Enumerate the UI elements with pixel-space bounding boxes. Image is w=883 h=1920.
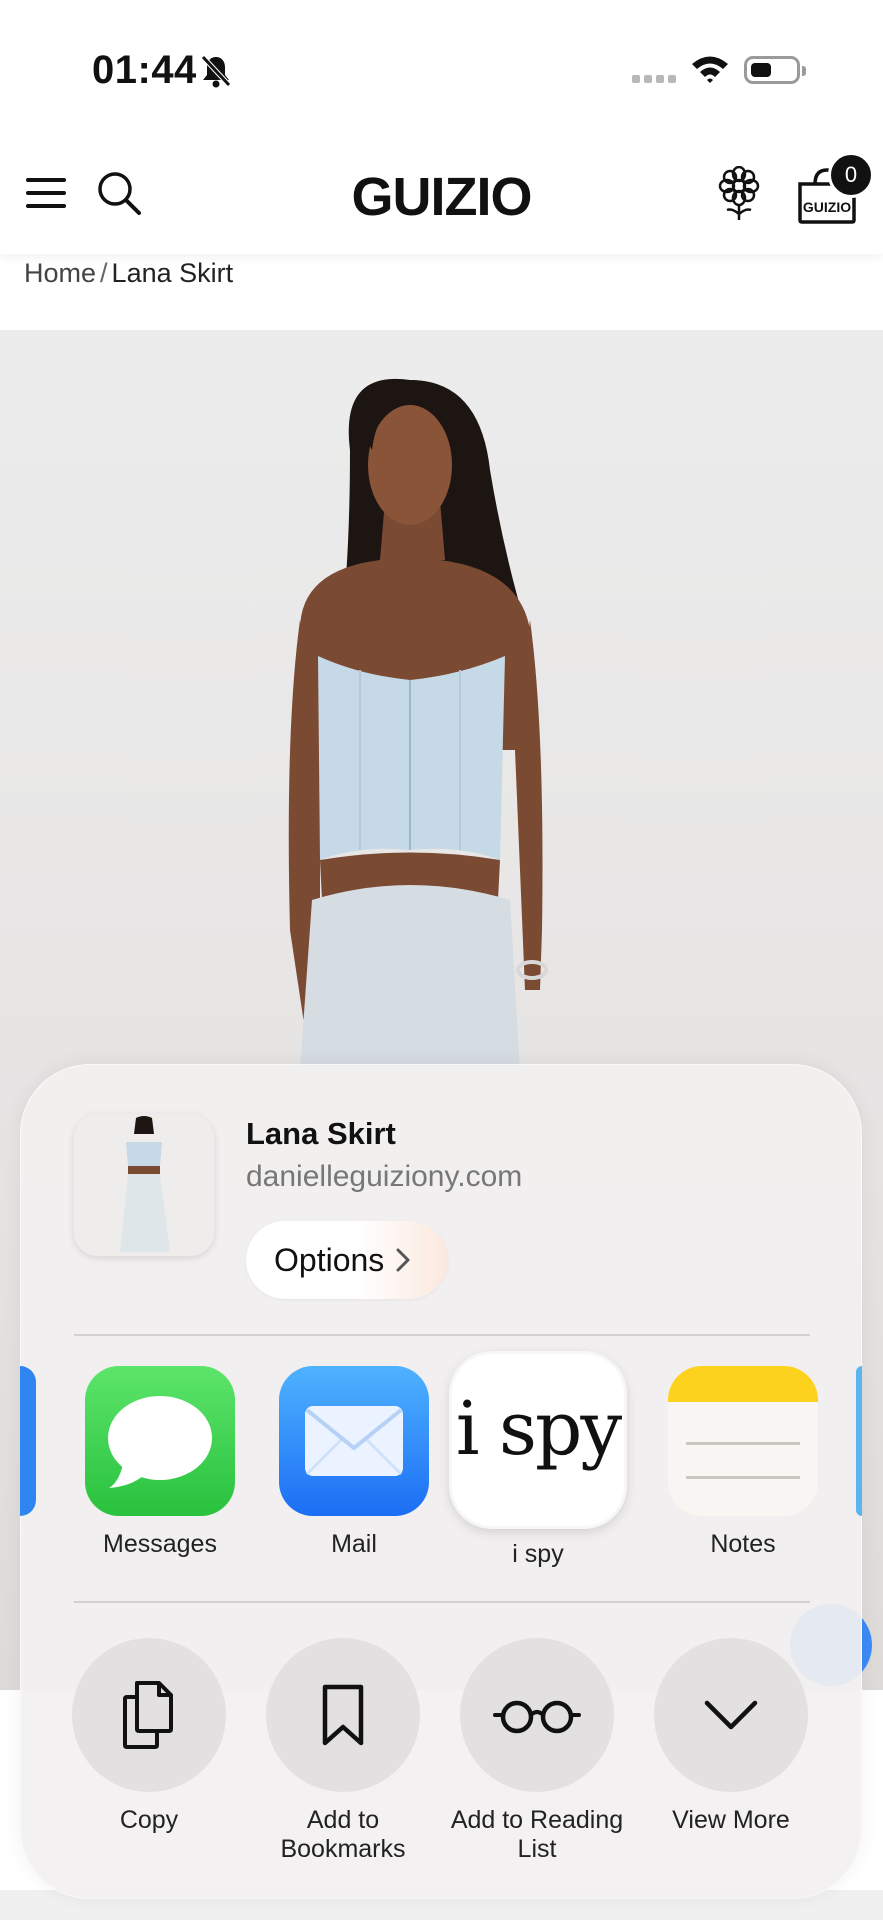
thumbnail-model-image [74,1114,214,1256]
share-sheet: Lana Skirt danielleguiziony.com Options … [20,1064,862,1899]
breadcrumb: Home / Lana Skirt [24,258,233,289]
app-label: Messages [103,1530,217,1558]
status-bar: 01:44 [0,0,883,130]
breadcrumb-separator: / [100,258,108,288]
bookmarks-action-button[interactable] [266,1638,420,1792]
view-more-action[interactable]: View More [636,1638,826,1835]
share-app-row: Messages Mail i spy i spy Notes [20,1354,862,1569]
app-label: i spy [512,1540,564,1568]
action-label: Copy [119,1806,179,1834]
breadcrumb-home-link[interactable]: Home [24,258,96,288]
partial-app-icon-left[interactable] [20,1366,36,1516]
ispy-icon-text: i spy [455,1386,622,1472]
partial-app-icon-right[interactable] [856,1366,862,1516]
share-divider-top [74,1334,810,1336]
mail-icon [279,1366,429,1516]
share-app-mail[interactable]: Mail [279,1366,429,1559]
share-divider-bottom [74,1601,810,1603]
chevron-right-icon [396,1248,410,1272]
flower-icon[interactable] [718,166,760,222]
share-app-ispy[interactable]: i spy i spy [452,1354,624,1569]
ispy-icon: i spy [452,1354,624,1526]
share-domain: danielleguiziony.com [246,1160,523,1193]
wifi-icon [692,56,728,83]
action-label: Add to Bookmarks [280,1806,406,1863]
battery-icon [744,56,806,84]
share-app-notes[interactable]: Notes [668,1366,818,1559]
action-label: Add to Reading List [450,1806,624,1863]
cart-bag-text: GUIZIO [803,199,851,215]
add-to-bookmarks-action[interactable]: Add to Bookmarks [248,1638,438,1864]
options-button[interactable]: Options [246,1221,448,1299]
chevron-down-icon [704,1700,758,1730]
messages-icon [85,1366,235,1516]
options-label: Options [274,1241,385,1278]
bookmark-icon [322,1684,364,1746]
notes-icon [668,1366,818,1516]
add-to-reading-list-action[interactable]: Add to Reading List [442,1638,632,1864]
bell-slash-icon [201,55,231,88]
app-label: Mail [331,1530,377,1558]
site-header: GUIZIO GUIZIO 0 [0,130,883,254]
share-action-row: Copy Add to Bookmarks Add to Reading Lis… [20,1638,862,1878]
reading-list-action-button[interactable] [460,1638,614,1792]
cellular-signal-icon [632,75,678,85]
copy-icon [123,1681,173,1749]
copy-action[interactable]: Copy [54,1638,244,1835]
glasses-icon [493,1700,581,1734]
share-app-messages[interactable]: Messages [85,1366,235,1559]
copy-action-button[interactable] [72,1638,226,1792]
action-label: View More [672,1806,790,1834]
status-time: 01:44 [92,48,197,92]
share-preview-thumbnail [74,1114,214,1256]
app-label: Notes [710,1530,776,1558]
cart-count-badge: 0 [828,152,874,198]
view-more-action-button[interactable] [654,1638,808,1792]
breadcrumb-current: Lana Skirt [111,258,234,288]
share-title: Lana Skirt [246,1116,396,1151]
